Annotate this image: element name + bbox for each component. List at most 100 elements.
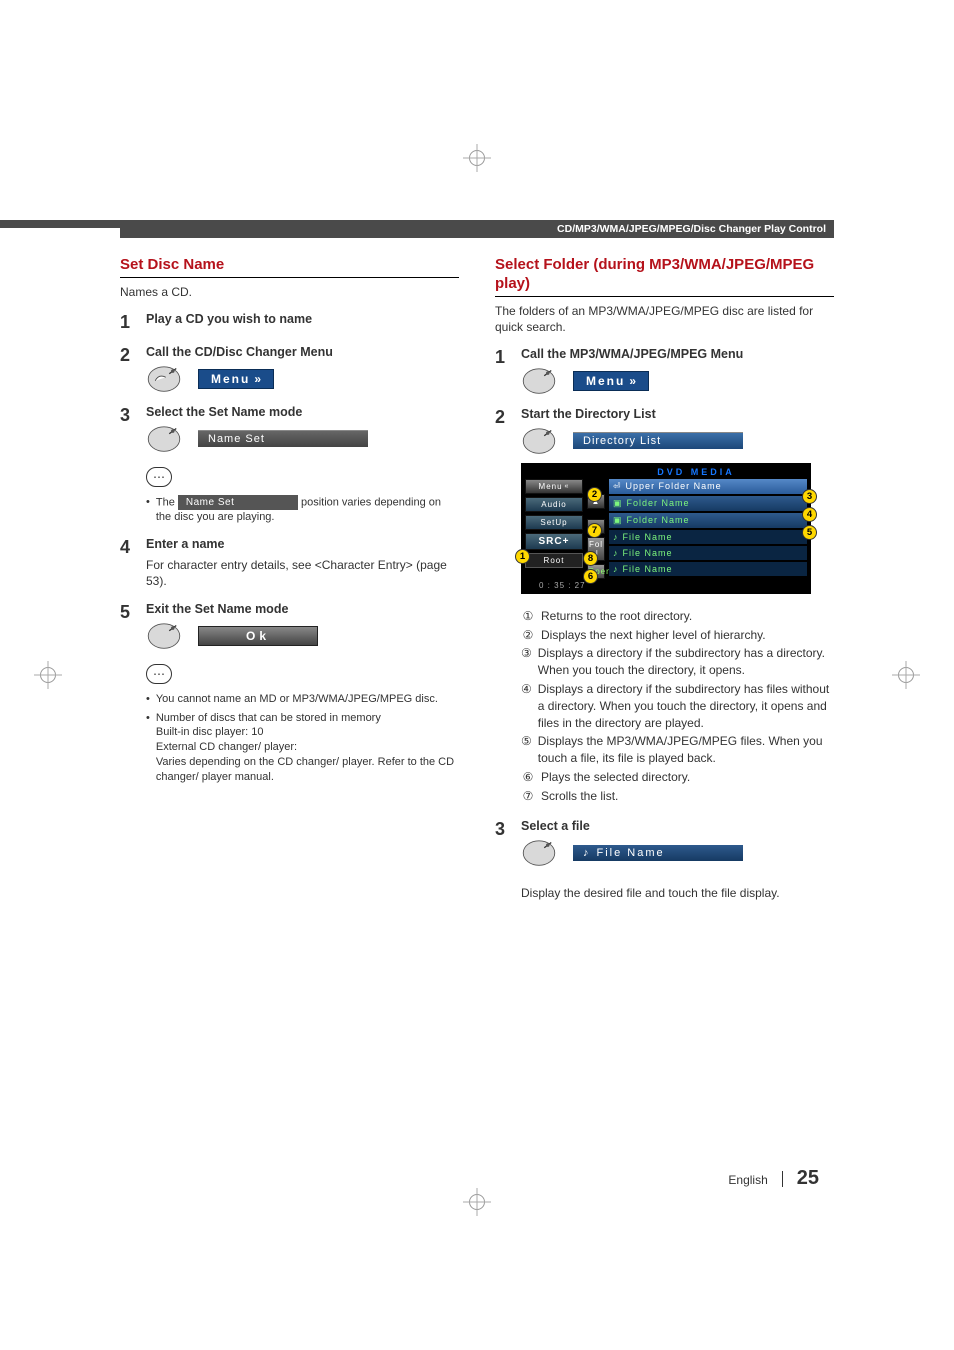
step-title: Enter a name: [146, 537, 459, 551]
note-icon: [146, 467, 172, 487]
note-text: Built-in disc player: 10: [156, 726, 264, 738]
note-bullet: • Number of discs that can be stored in …: [146, 711, 459, 785]
scr-file-item[interactable]: ♪File Name: [609, 562, 807, 576]
step-title: Select the Set Name mode: [146, 405, 459, 419]
step-number: 5: [120, 602, 136, 650]
step-title: Start the Directory List: [521, 407, 834, 421]
callout-desc-4: ④Displays a directory if the subdirector…: [521, 681, 834, 731]
select-folder-lead: The folders of an MP3/WMA/JPEG/MPEG disc…: [495, 303, 834, 335]
note-text: External CD changer/ player:: [156, 741, 297, 753]
crop-mark-top: [469, 150, 485, 166]
step-description: Display the desired file and touch the f…: [521, 885, 834, 901]
page-footer: English 25: [728, 1167, 819, 1190]
touch-hand-icon: [146, 622, 182, 650]
touch-hand-icon: [146, 365, 182, 393]
note-bullet: • You cannot name an MD or MP3/WMA/JPEG/…: [146, 692, 459, 707]
touch-hand-icon: [521, 367, 557, 395]
crop-mark-left: [40, 667, 56, 683]
page-content: CD/MP3/WMA/JPEG/MPEG/Disc Changer Play C…: [120, 220, 834, 901]
ok-button[interactable]: Ok: [198, 626, 318, 646]
step-number: 1: [120, 312, 136, 333]
touch-hand-icon: [521, 427, 557, 455]
callout-6: 6: [583, 569, 598, 584]
note-text: You cannot name an MD or MP3/WMA/JPEG/MP…: [156, 692, 438, 707]
crop-mark-right: [898, 667, 914, 683]
step-2: 2 Call the CD/Disc Changer Menu Menu: [120, 345, 459, 393]
note-text: Number of discs that can be stored in me…: [156, 712, 381, 724]
step-number: 2: [495, 407, 511, 807]
touch-hand-icon: [146, 425, 182, 453]
directory-list-button[interactable]: Directory List: [573, 432, 743, 449]
crop-mark-bottom: [469, 1194, 485, 1210]
left-column: Set Disc Name Names a CD. 1 Play a CD yo…: [120, 256, 459, 901]
callout-desc-7: ⑦Scrolls the list.: [521, 788, 834, 805]
step-title: Exit the Set Name mode: [146, 602, 459, 616]
scr-file-item[interactable]: ♪File Name: [609, 530, 807, 544]
set-disc-name-title: Set Disc Name: [120, 256, 459, 278]
step-1: 1 Call the MP3/WMA/JPEG/MPEG Menu Menu: [495, 347, 834, 395]
directory-list-screenshot: DVD MEDIA Menu« Audio SetUp SRC+ Root: [521, 463, 811, 594]
scr-title: DVD MEDIA: [585, 467, 807, 477]
callout-desc-2: ②Displays the next higher level of hiera…: [521, 627, 834, 644]
note-text-pre: The: [156, 497, 175, 509]
step-2: 2 Start the Directory List Directory Lis…: [495, 407, 834, 807]
callout-desc-1: ①Returns to the root directory.: [521, 608, 834, 625]
touch-hand-icon: [521, 839, 557, 867]
scr-setup-tab[interactable]: SetUp: [525, 515, 583, 530]
name-set-inline-button: Name Set: [178, 495, 298, 511]
callout-7: 7: [587, 523, 602, 538]
callout-desc-3: ③Displays a directory if the subdirector…: [521, 645, 834, 679]
note-bullet: • The Name Set position varies depending…: [146, 495, 459, 525]
step-number: 4: [120, 537, 136, 589]
footer-language: English: [728, 1173, 767, 1187]
menu-button[interactable]: Menu: [573, 371, 649, 391]
scr-file-item[interactable]: ♪File Name: [609, 546, 807, 560]
step-title: Call the CD/Disc Changer Menu: [146, 345, 459, 359]
step-number: 3: [495, 819, 511, 901]
step-4: 4 Enter a name For character entry detai…: [120, 537, 459, 589]
folder-icon: ▣: [613, 498, 623, 509]
menu-button[interactable]: Menu: [198, 369, 274, 389]
step-description: For character entry details, see <Charac…: [146, 557, 459, 589]
scr-src-tab[interactable]: SRC+: [525, 533, 583, 550]
section-header: CD/MP3/WMA/JPEG/MPEG/Disc Changer Play C…: [120, 220, 834, 238]
scr-upper-folder[interactable]: ⏎Upper Folder Name: [609, 479, 807, 494]
callout-1: 1: [515, 549, 530, 564]
step-number: 1: [495, 347, 511, 395]
callout-4: 4: [802, 507, 817, 522]
step-title: Play a CD you wish to name: [146, 312, 459, 326]
note-icon: [146, 664, 172, 684]
scr-menu-tab[interactable]: Menu«: [525, 479, 583, 494]
step-number: 3: [120, 405, 136, 453]
step-5: 5 Exit the Set Name mode Ok: [120, 602, 459, 650]
file-icon: ♪: [613, 548, 619, 558]
callout-3: 3: [802, 489, 817, 504]
folder-up-icon: ⏎: [613, 481, 622, 492]
select-folder-title: Select Folder (during MP3/WMA/JPEG/MPEG …: [495, 256, 834, 297]
file-icon: ♪: [613, 564, 619, 574]
scr-folder-item[interactable]: ▣Folder Name: [609, 496, 807, 511]
step-3: 3 Select the Set Name mode Name Set: [120, 405, 459, 453]
callout-2: 2: [587, 487, 602, 502]
callout-8: 8: [583, 551, 598, 566]
file-icon: ♪: [613, 532, 619, 542]
step-title: Call the MP3/WMA/JPEG/MPEG Menu: [521, 347, 834, 361]
note-text: Varies depending on the CD changer/ play…: [156, 756, 454, 783]
file-name-button[interactable]: ♪File Name: [573, 845, 743, 861]
folder-play-icon: ▣: [613, 515, 623, 526]
right-column: Select Folder (during MP3/WMA/JPEG/MPEG …: [495, 256, 834, 901]
scr-folder-item[interactable]: ▣Folder Name: [609, 513, 807, 528]
set-disc-name-lead: Names a CD.: [120, 284, 459, 300]
scr-playtime: 0 : 35 : 27: [525, 581, 807, 590]
callout-desc-6: ⑥Plays the selected directory.: [521, 769, 834, 786]
scr-audio-tab[interactable]: Audio: [525, 497, 583, 512]
name-set-button[interactable]: Name Set: [198, 430, 368, 447]
music-note-icon: ♪: [583, 847, 591, 859]
step-3: 3 Select a file ♪File Name Display the d…: [495, 819, 834, 901]
scr-root-tab[interactable]: Root: [525, 553, 583, 568]
step-1: 1 Play a CD you wish to name: [120, 312, 459, 333]
callout-desc-5: ⑤Displays the MP3/WMA/JPEG/MPEG files. W…: [521, 733, 834, 767]
step-number: 2: [120, 345, 136, 393]
page-number: 25: [797, 1167, 819, 1190]
step-title: Select a file: [521, 819, 834, 833]
